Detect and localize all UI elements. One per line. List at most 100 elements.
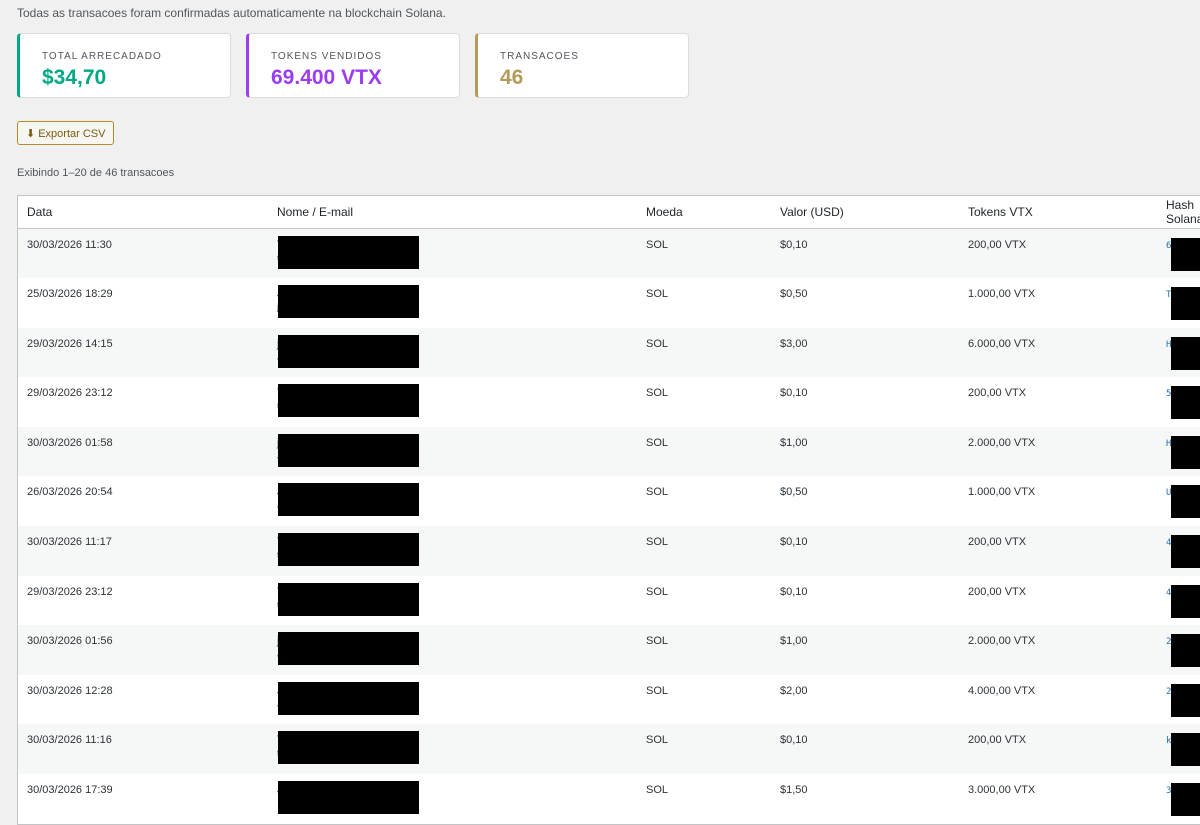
cell-date: 30/03/2026 17:39 <box>18 774 268 824</box>
cell-hash: U8d <box>1157 476 1200 527</box>
cell-date: 29/03/2026 14:15 <box>18 327 268 378</box>
cell-name-email: juJu <box>268 327 637 378</box>
cell-coin: SOL <box>637 674 771 725</box>
cell-hash: 2Ny <box>1157 674 1200 725</box>
cell-name-email: Thth <box>268 228 637 279</box>
cell-value: $1,00 <box>771 625 959 675</box>
cell-tokens: 200,00 VTX <box>959 526 1157 576</box>
cell-tokens: 1.000,00 VTX <box>959 278 1157 328</box>
export-csv-button[interactable]: ⬇ Exportar CSV <box>17 121 115 145</box>
cell-tokens: 3.000,00 VTX <box>959 774 1157 824</box>
cell-name-email: Thth <box>268 724 637 775</box>
table-row: 30/03/2026 12:28JuJuSOL$2,004.000,00 VTX… <box>18 674 1200 725</box>
cell-hash: HkF <box>1157 327 1200 378</box>
column-header-name[interactable]: Nome / E-mail <box>268 196 637 229</box>
cell-name-email: Ju <box>268 774 637 824</box>
cell-value: $0,10 <box>771 228 959 279</box>
column-header-tokens[interactable]: Tokens VTX <box>959 196 1157 229</box>
cell-value: $0,10 <box>771 377 959 427</box>
cell-name-email: JuJu <box>268 476 637 527</box>
table-row: 30/03/2026 11:17ThthSOL$0,10200,00 VTX4H… <box>18 526 1200 576</box>
cell-tokens: 200,00 VTX <box>959 228 1157 279</box>
redaction-box <box>278 236 419 269</box>
page-notice: Todas as transacoes foram confirmadas au… <box>17 6 446 20</box>
cell-value: $0,50 <box>771 476 959 527</box>
cell-date: 30/03/2026 11:16 <box>18 724 268 775</box>
cell-coin: SOL <box>637 774 771 824</box>
column-header-value[interactable]: Valor (USD) <box>771 196 959 229</box>
export-label: Exportar CSV <box>38 128 106 140</box>
cell-coin: SOL <box>637 526 771 576</box>
table-row: 30/03/2026 11:16ThthSOL$0,10200,00 VTXkD… <box>18 724 1200 775</box>
cell-date: 30/03/2026 01:56 <box>18 625 268 675</box>
cell-name-email: juJu <box>268 625 637 675</box>
cell-value: $0,10 <box>771 724 959 775</box>
cell-hash: kDs <box>1157 724 1200 775</box>
redaction-box <box>1171 584 1200 618</box>
total-raised-card: TOTAL ARRECADADO $34,70 <box>17 33 231 98</box>
column-header-date[interactable]: Data <box>18 196 268 229</box>
cell-tokens: 6.000,00 VTX <box>959 327 1157 378</box>
cell-date: 29/03/2026 23:12 <box>18 575 268 626</box>
cell-date: 30/03/2026 12:28 <box>18 674 268 725</box>
column-header-coin[interactable]: Moeda <box>637 196 771 229</box>
cell-coin: SOL <box>637 278 771 328</box>
cell-value: $1,50 <box>771 774 959 824</box>
cell-date: 30/03/2026 01:58 <box>18 426 268 477</box>
redaction-box <box>1171 535 1200 569</box>
summary-cards: TOTAL ARRECADADO $34,70 TOKENS VENDIDOS … <box>17 33 689 98</box>
cell-value: $3,00 <box>771 327 959 378</box>
card-value: 69.400 VTX <box>271 66 382 89</box>
redaction-box <box>1171 485 1200 519</box>
table-row: 25/03/2026 18:29JujuSOL$0,501.000,00 VTX… <box>18 278 1200 328</box>
transactions-table: Data Nome / E-mail Moeda Valor (USD) Tok… <box>17 195 1200 825</box>
redaction-box <box>1171 238 1200 271</box>
cell-hash: 5Yx <box>1157 377 1200 427</box>
cell-hash: 4Fo <box>1157 575 1200 626</box>
redaction-box <box>278 582 419 616</box>
redaction-box <box>278 433 419 467</box>
cell-date: 29/03/2026 23:12 <box>18 377 268 427</box>
cell-hash: 4HM <box>1157 526 1200 576</box>
cell-name-email: Thth <box>268 526 637 576</box>
card-label: TOTAL ARRECADADO <box>42 51 162 62</box>
cell-date: 30/03/2026 11:17 <box>18 526 268 576</box>
redaction-box <box>278 632 419 666</box>
redaction-box <box>1171 683 1200 717</box>
cell-value: $1,00 <box>771 426 959 477</box>
table-row: 30/03/2026 17:39JuSOL$1,503.000,00 VTX3r… <box>18 774 1200 824</box>
cell-tokens: 1.000,00 VTX <box>959 476 1157 527</box>
cell-coin: SOL <box>637 228 771 279</box>
cell-value: $0,10 <box>771 575 959 626</box>
table-row: 30/03/2026 11:30ThthSOL$0,10200,00 VTX62… <box>18 228 1200 279</box>
cell-date: 26/03/2026 20:54 <box>18 476 268 527</box>
redaction-box <box>278 483 419 517</box>
redaction-box <box>278 384 419 418</box>
redaction-box <box>278 731 419 765</box>
redaction-box <box>1171 435 1200 469</box>
redaction-box <box>1171 287 1200 321</box>
cell-name-email: JuJu <box>268 674 637 725</box>
cell-tokens: 200,00 VTX <box>959 724 1157 775</box>
redaction-box <box>1171 336 1200 370</box>
tokens-sold-card: TOKENS VENDIDOS 69.400 VTX <box>246 33 460 98</box>
cell-tokens: 4.000,00 VTX <box>959 674 1157 725</box>
table-body: 30/03/2026 11:30ThthSOL$0,10200,00 VTX62… <box>18 228 1200 824</box>
table-row: 30/03/2026 01:56juJuSOL$1,002.000,00 VTX… <box>18 625 1200 675</box>
redaction-box <box>278 285 419 319</box>
redaction-box <box>1171 733 1200 767</box>
transactions-card: TRANSACOES 46 <box>475 33 689 98</box>
cell-tokens: 200,00 VTX <box>959 377 1157 427</box>
cell-coin: SOL <box>637 476 771 527</box>
cell-value: $0,50 <box>771 278 959 328</box>
redaction-box <box>278 334 419 368</box>
table-row: 29/03/2026 23:12ThthSOL$0,10200,00 VTX4F… <box>18 575 1200 626</box>
table-row: 29/03/2026 23:12ThthSOL$0,10200,00 VTX5Y… <box>18 377 1200 427</box>
cell-coin: SOL <box>637 724 771 775</box>
cell-tokens: 2.000,00 VTX <box>959 426 1157 477</box>
cell-value: $2,00 <box>771 674 959 725</box>
cell-name-email: Thth <box>268 575 637 626</box>
column-header-hash[interactable]: Hash Solana <box>1157 196 1200 229</box>
card-value: 46 <box>500 66 524 89</box>
cell-name-email: Juju <box>268 278 637 328</box>
